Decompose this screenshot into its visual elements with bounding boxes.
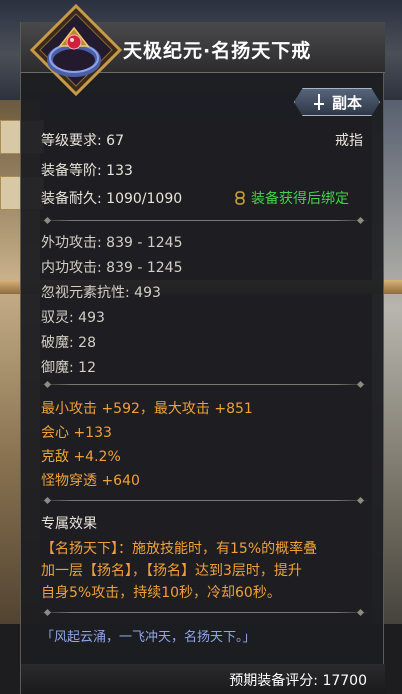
bind-status: 装备获得后绑定 [235,188,349,208]
stat-row: 驭灵: 493 [41,307,105,327]
divider [39,220,369,221]
bonus-stat: 克敌 +4.2% [41,449,121,465]
equip-tier-label: 装备等阶: [41,163,102,179]
stat-label: 驭灵: [41,310,74,326]
bonus-stat: 最小攻击 +592，最大攻击 +851 [41,401,253,417]
stat-value: 493 [134,285,161,301]
equipment-score: 预期装备评分: 17700 [229,670,367,690]
bind-text: 装备获得后绑定 [251,191,349,207]
divider [39,612,369,613]
effect-line: 自身5%攻击，持续10秒，冷却60秒。 [41,585,281,601]
durability: 装备耐久: 1090/1090 [41,188,182,208]
stat-label: 忽视元素抗性: [41,285,130,301]
dungeon-badge-label: 副本 [331,93,362,112]
stat-value: 839 - 1245 [106,260,183,276]
score-label: 预期装备评分: [229,673,318,689]
divider [39,500,369,501]
exclusive-effect-text: 【名扬天下】：施放技能时，有15%的概率叠 加一层【扬名】，【扬名】达到3层时，… [41,538,367,604]
level-requirement: 等级要求: 67 [41,130,124,150]
stat-row: 御魔: 12 [41,357,96,377]
equip-tier-value: 133 [106,163,133,179]
effect-line: 【名扬天下】：施放技能时，有15%的概率叠 [41,541,318,557]
stat-value: 493 [78,310,105,326]
dungeon-badge: 副本 [294,88,380,116]
stat-row: 内功攻击: 839 - 1245 [41,257,182,277]
stat-row: 忽视元素抗性: 493 [41,282,161,302]
level-req-label: 等级要求: [41,133,102,149]
flavor-text: 「风起云涌，一飞冲天，名扬天下。」 [41,630,256,645]
stat-value: 839 - 1245 [106,235,183,251]
bonus-stat: 会心 +133 [41,425,112,441]
ring-item-icon [24,0,128,104]
equip-tier: 装备等阶: 133 [41,160,133,180]
divider [39,384,369,385]
sword-icon [313,94,324,110]
stat-row: 破魔: 28 [41,332,96,352]
slot-type: 戒指 [335,133,363,149]
item-tooltip: 天极纪元·名扬天下戒 副本 等级要求: 67 戒指 装备等阶: 133 装备耐久… [20,22,385,694]
stat-value: 28 [78,335,96,351]
chain-link-icon [235,191,245,205]
stat-label: 内功攻击: [41,260,102,276]
score-bar: 预期装备评分: 17700 [21,664,385,694]
stat-value: 12 [78,360,96,376]
stat-label: 外功攻击: [41,235,102,251]
level-req-value: 67 [106,133,124,149]
stat-label: 御魔: [41,360,74,376]
exclusive-heading: 专属效果 [41,516,97,532]
stat-row: 外功攻击: 839 - 1245 [41,232,182,252]
effect-line: 加一层【扬名】，【扬名】达到3层时，提升 [41,563,302,579]
score-value: 17700 [322,673,367,689]
bonus-stat: 怪物穿透 +640 [41,473,140,489]
durability-label: 装备耐久: [41,191,102,207]
item-title: 天极纪元·名扬天下戒 [123,40,312,62]
durability-value: 1090/1090 [106,191,183,207]
stat-label: 破魔: [41,335,74,351]
